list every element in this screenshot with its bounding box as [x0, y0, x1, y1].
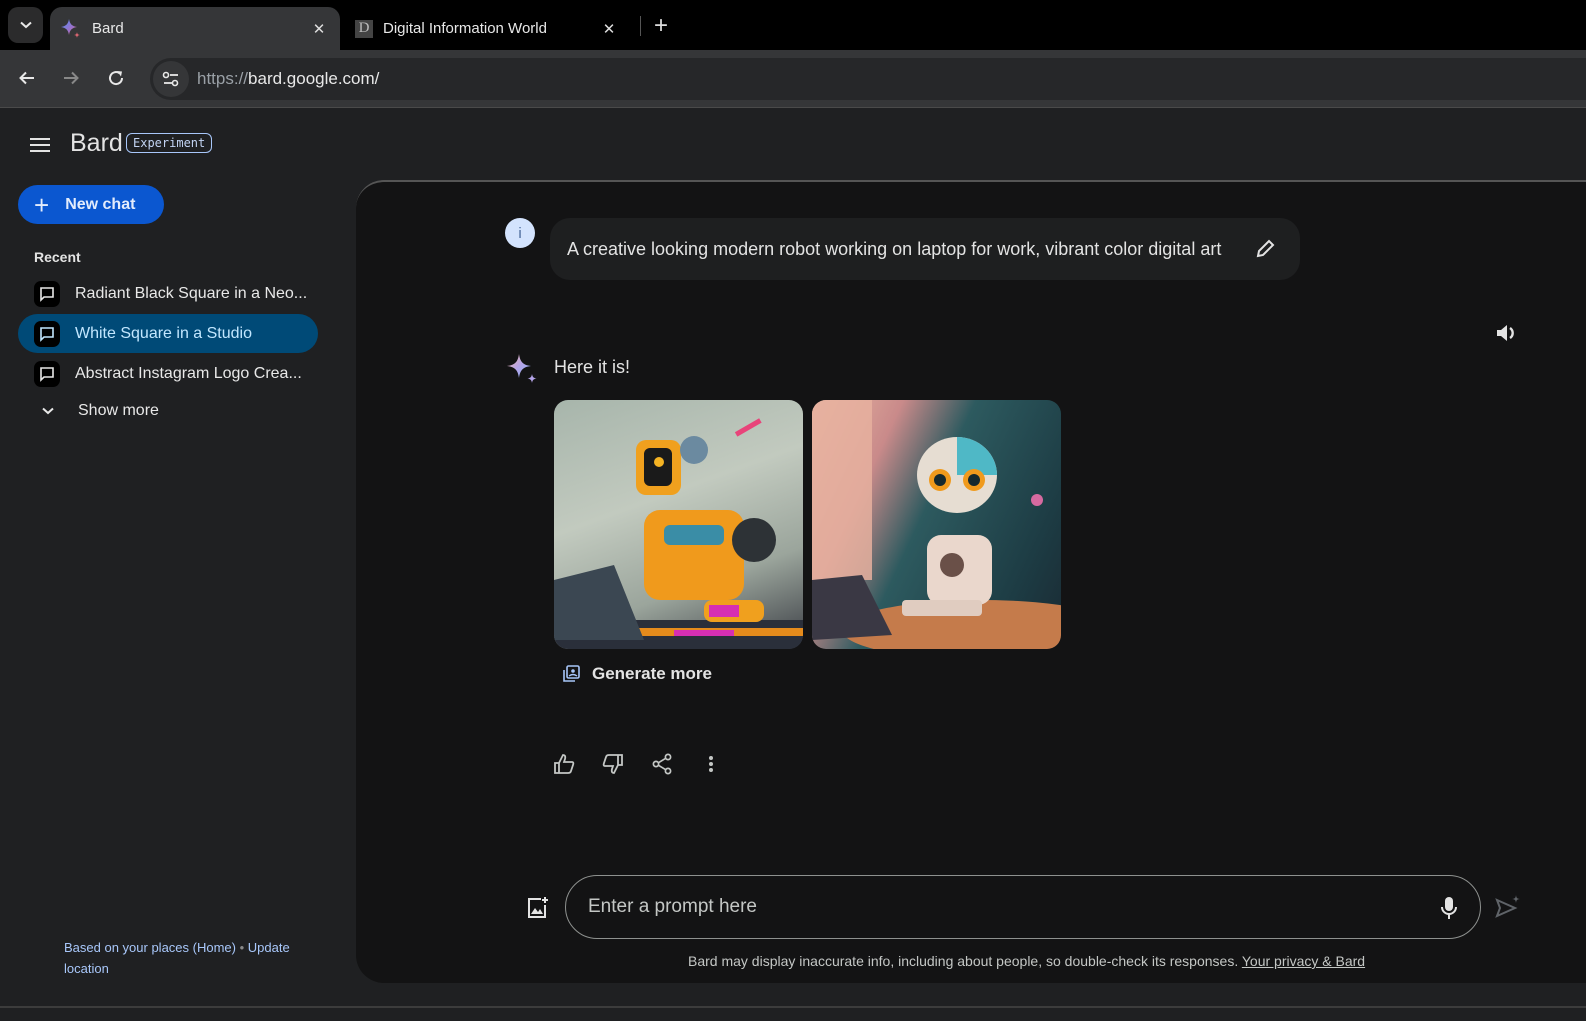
tab-title: Digital Information World: [383, 20, 547, 37]
new-chat-button[interactable]: + New chat: [18, 185, 164, 224]
user-prompt-text: A creative looking modern robot working …: [567, 238, 1222, 259]
recent-chat-label: White Square in a Studio: [75, 324, 252, 342]
voice-input-button[interactable]: [1436, 894, 1462, 922]
chevron-down-icon: [19, 21, 32, 29]
thumbs-up-button[interactable]: [550, 750, 578, 778]
sidebar: Bard Experiment + New chat Recent Radian…: [0, 109, 356, 1021]
url-text: https://bard.google.com/: [197, 69, 379, 89]
recent-heading: Recent: [34, 249, 81, 265]
more-options-button[interactable]: [697, 750, 725, 778]
recent-chat-item[interactable]: Abstract Instagram Logo Crea...: [18, 354, 318, 393]
arrow-left-icon: [19, 71, 34, 85]
chat-bubble-icon: [34, 360, 60, 387]
chat-bubble-icon: [34, 320, 60, 347]
plus-icon: +: [653, 12, 668, 39]
speaker-icon: [1497, 325, 1514, 341]
experiment-badge: Experiment: [126, 133, 213, 153]
edit-prompt-button[interactable]: [1252, 236, 1278, 262]
generate-more-button[interactable]: Generate more: [562, 664, 712, 684]
site-favicon-icon: D: [355, 19, 373, 38]
privacy-link[interactable]: Your privacy & Bard: [1242, 953, 1365, 969]
new-tab-button[interactable]: +: [645, 10, 677, 42]
send-button[interactable]: [1493, 892, 1523, 922]
forward-button[interactable]: [55, 62, 87, 94]
chevron-down-icon: [34, 407, 62, 415]
location-info: Based on your places (Home) • Update loc…: [64, 937, 324, 979]
upload-image-button[interactable]: [524, 894, 552, 922]
separator-dot: •: [239, 940, 245, 955]
generated-image[interactable]: [812, 400, 1061, 649]
user-avatar[interactable]: i: [505, 218, 535, 248]
tab-bard[interactable]: Bard ✕: [50, 7, 340, 50]
tab-digital-information-world[interactable]: D Digital Information World ✕: [345, 7, 630, 50]
bard-sparkle-icon: [507, 354, 537, 383]
robot-illustration-1: [554, 418, 803, 649]
url-host: bard.google.com/: [248, 69, 380, 88]
main-menu-button[interactable]: [26, 131, 54, 159]
url-scheme: https://: [197, 69, 249, 88]
pencil-icon: [1256, 239, 1275, 258]
hamburger-menu-icon: [30, 138, 50, 152]
browser-toolbar: https://bard.google.com/: [0, 50, 1586, 108]
prompt-input[interactable]: [588, 896, 1408, 918]
share-icon: [652, 753, 672, 775]
recent-chat-label: Abstract Instagram Logo Crea...: [75, 364, 302, 382]
user-prompt-bubble: A creative looking modern robot working …: [550, 218, 1300, 280]
more-vert-icon: [709, 756, 713, 772]
generate-more-label: Generate more: [592, 664, 712, 683]
new-chat-label: New chat: [65, 195, 136, 213]
arrow-right-icon: [64, 71, 79, 85]
close-tab-icon[interactable]: ✕: [306, 20, 332, 38]
microphone-icon: [1441, 897, 1457, 919]
prompt-input-container: [565, 875, 1481, 939]
recent-chat-label: Radiant Black Square in a Neo...: [75, 284, 308, 302]
chat-main-area: i A creative looking modern robot workin…: [356, 180, 1586, 983]
chat-bubble-icon: [34, 280, 60, 307]
bard-logo: Bard: [70, 129, 123, 157]
recent-chat-item[interactable]: Radiant Black Square in a Neo...: [18, 274, 318, 313]
add-photo-icon: [528, 897, 548, 918]
share-button[interactable]: [648, 750, 676, 778]
image-stack-icon: [562, 665, 582, 683]
thumbs-down-icon: [602, 754, 623, 774]
generated-image[interactable]: [554, 400, 803, 649]
show-more-label: Show more: [78, 402, 159, 419]
bard-sparkle-icon: [61, 18, 80, 38]
tab-search-button[interactable]: [8, 7, 43, 43]
location-text: Based on your places (Home): [64, 940, 236, 955]
reload-button[interactable]: [100, 62, 132, 94]
send-sparkle-icon: [1495, 895, 1520, 918]
window-bottom-border: [0, 1006, 1586, 1008]
address-bar[interactable]: https://bard.google.com/: [150, 58, 1586, 100]
tab-separator: [640, 16, 641, 36]
close-tab-icon[interactable]: ✕: [596, 20, 622, 38]
reload-icon: [109, 71, 124, 86]
response-text: Here it is!: [554, 357, 631, 377]
tune-icon: [162, 71, 179, 87]
robot-illustration-2: [812, 400, 1061, 649]
show-more-button[interactable]: Show more: [34, 402, 159, 420]
plus-icon: +: [34, 189, 50, 220]
thumbs-down-button[interactable]: [599, 750, 627, 778]
site-info-button[interactable]: [153, 61, 189, 97]
tab-title: Bard: [92, 20, 124, 37]
thumbs-up-icon: [554, 754, 575, 774]
back-button[interactable]: [11, 62, 43, 94]
recent-chat-item-active[interactable]: White Square in a Studio: [18, 314, 318, 353]
disclaimer-text: Bard may display inaccurate info, includ…: [688, 953, 1239, 969]
browser-tab-strip: Bard ✕ D Digital Information World ✕ +: [0, 0, 1586, 50]
disclaimer: Bard may display inaccurate info, includ…: [688, 953, 1365, 969]
listen-button[interactable]: [1493, 319, 1521, 347]
